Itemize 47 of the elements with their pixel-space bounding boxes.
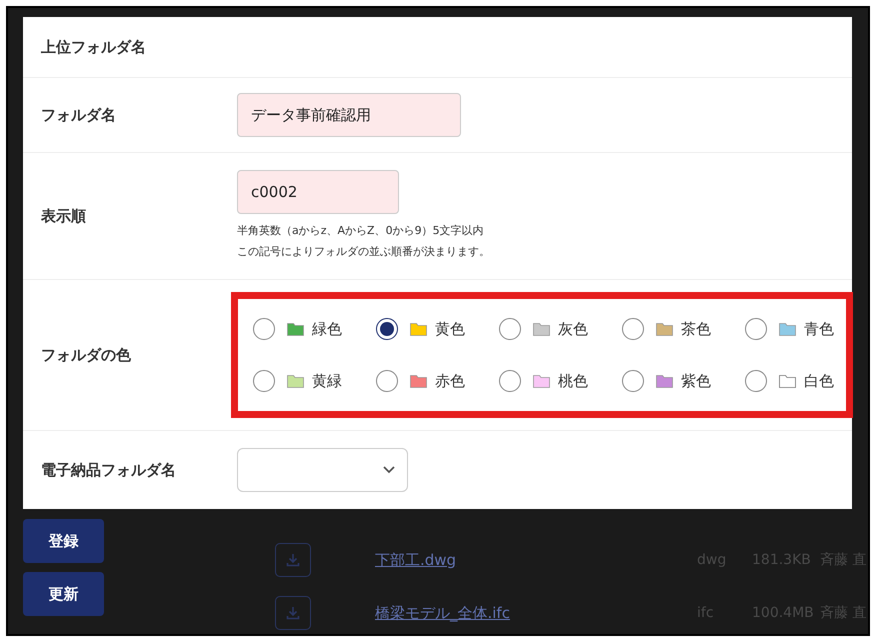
folder-icon bbox=[533, 374, 550, 388]
radio-button[interactable] bbox=[253, 370, 275, 392]
radio-button[interactable] bbox=[622, 370, 644, 392]
radio-button[interactable] bbox=[499, 318, 521, 340]
download-icon bbox=[286, 553, 300, 567]
option-label: 桃色 bbox=[558, 372, 588, 390]
folder-icon bbox=[656, 374, 673, 388]
field-label: フォルダ名 bbox=[40, 106, 117, 124]
radio-button[interactable] bbox=[499, 370, 521, 392]
option-label: 青色 bbox=[804, 320, 834, 338]
select-field[interactable] bbox=[237, 448, 408, 492]
radio-button[interactable] bbox=[745, 370, 767, 392]
hint-text: 半角英数（aからz、AからZ、0から9）5文字以内 bbox=[237, 223, 485, 239]
folder-icon bbox=[410, 322, 427, 336]
radio-button[interactable] bbox=[745, 318, 767, 340]
folder-icon bbox=[410, 374, 427, 388]
hint-text: この記号によりフォルダの並ぶ順番が決まります。 bbox=[237, 244, 490, 260]
radio-button[interactable] bbox=[253, 318, 275, 340]
radio-button[interactable] bbox=[376, 370, 398, 392]
field-label: 電子納品フォルダ名 bbox=[40, 460, 177, 480]
text-field[interactable]: c0002 bbox=[237, 170, 399, 214]
folder-icon bbox=[533, 322, 550, 336]
option-label: 灰色 bbox=[558, 320, 588, 338]
option-label: 紫色 bbox=[681, 372, 711, 390]
option-label: 黄色 bbox=[435, 320, 465, 338]
option-label: 茶色 bbox=[681, 320, 711, 338]
folder-icon bbox=[656, 322, 673, 336]
option-label: 白色 bbox=[804, 372, 834, 390]
download-icon bbox=[286, 606, 300, 620]
folder-icon bbox=[287, 322, 304, 336]
option-label: 赤色 bbox=[435, 372, 465, 390]
radio-button[interactable] bbox=[622, 318, 644, 340]
file-link[interactable]: 下部工.dwg bbox=[375, 550, 697, 570]
dialog-title: 上位フォルダ名 bbox=[23, 17, 852, 78]
file-link[interactable]: 橋梁モデル_全体.ifc bbox=[375, 604, 697, 622]
submit-button[interactable]: 更新 bbox=[23, 572, 104, 616]
option-label: 黄緑 bbox=[312, 372, 342, 390]
chevron-icon bbox=[383, 466, 395, 474]
folder-icon bbox=[779, 322, 796, 336]
field-label: 表示順 bbox=[40, 206, 87, 226]
option-label: 緑色 bbox=[312, 320, 342, 338]
text-field[interactable]: データ事前確認用 bbox=[237, 93, 461, 137]
field-label: フォルダの色 bbox=[40, 346, 132, 364]
radio-button[interactable] bbox=[376, 318, 398, 340]
folder-icon bbox=[779, 374, 796, 388]
submit-button[interactable]: 登録 bbox=[23, 519, 104, 563]
folder-icon bbox=[287, 374, 304, 388]
